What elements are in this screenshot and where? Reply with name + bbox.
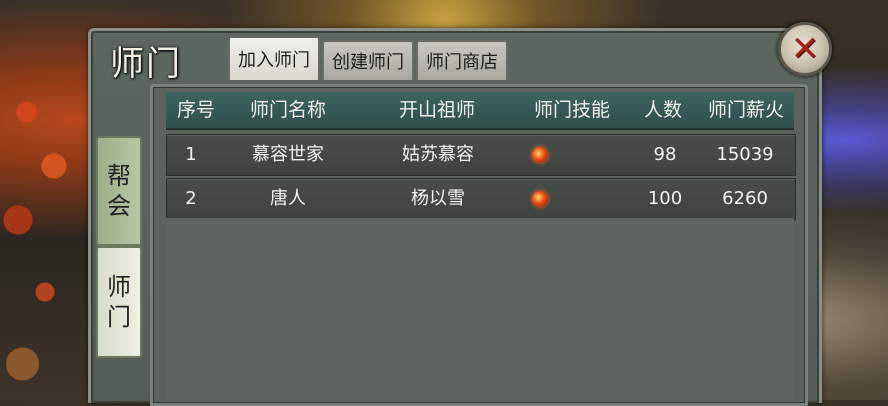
close-button[interactable]: ✕: [778, 22, 832, 76]
tab-bar: 加入师门 创建师门 师门商店: [228, 36, 510, 80]
row-sect-name: 唐人: [270, 188, 306, 209]
row-members: 98: [653, 144, 677, 165]
table-row[interactable]: 1 慕容世家 姑苏慕容 98 15039: [166, 134, 796, 176]
background-foliage: [0, 40, 90, 400]
col-header-name: 师门名称: [249, 99, 327, 121]
row-index: 2: [185, 188, 197, 209]
close-icon: ✕: [790, 29, 820, 69]
col-header-members: 人数: [643, 99, 683, 121]
table-empty-area: [166, 218, 794, 400]
side-tab-guild[interactable]: 帮 会: [96, 136, 142, 246]
col-header-skill: 师门技能: [533, 99, 611, 121]
tab-sect-shop[interactable]: 师门商店: [416, 40, 508, 80]
side-tab-guild-char2: 会: [107, 192, 131, 220]
table-header: 序号 师门名称 开山祖师 师门技能 人数 师门薪火: [166, 92, 794, 130]
table-row[interactable]: 2 唐人 杨以雪 100 6260: [166, 178, 796, 220]
row-heritage: 6260: [722, 188, 768, 209]
row-index: 1: [185, 144, 197, 165]
panel-title: 师门: [110, 44, 182, 84]
side-tab-guild-char1: 帮: [107, 162, 131, 190]
row-heritage: 15039: [716, 144, 774, 165]
col-header-heritage: 师门薪火: [707, 99, 785, 121]
side-tab-sect[interactable]: 师 门: [96, 246, 142, 358]
row-founder: 杨以雪: [411, 188, 465, 209]
col-header-founder: 开山祖师: [398, 99, 476, 121]
red-gem-icon[interactable]: [532, 147, 548, 163]
side-tab-sect-char2: 门: [107, 303, 131, 331]
tab-create-sect[interactable]: 创建师门: [322, 40, 414, 80]
row-founder: 姑苏慕容: [402, 144, 474, 165]
col-header-index: 序号: [176, 99, 216, 121]
side-tab-sect-char1: 师: [107, 273, 131, 301]
tab-join-sect[interactable]: 加入师门: [228, 36, 320, 80]
row-sect-name: 慕容世家: [252, 144, 324, 165]
red-gem-icon[interactable]: [532, 191, 548, 207]
row-members: 100: [647, 188, 683, 209]
